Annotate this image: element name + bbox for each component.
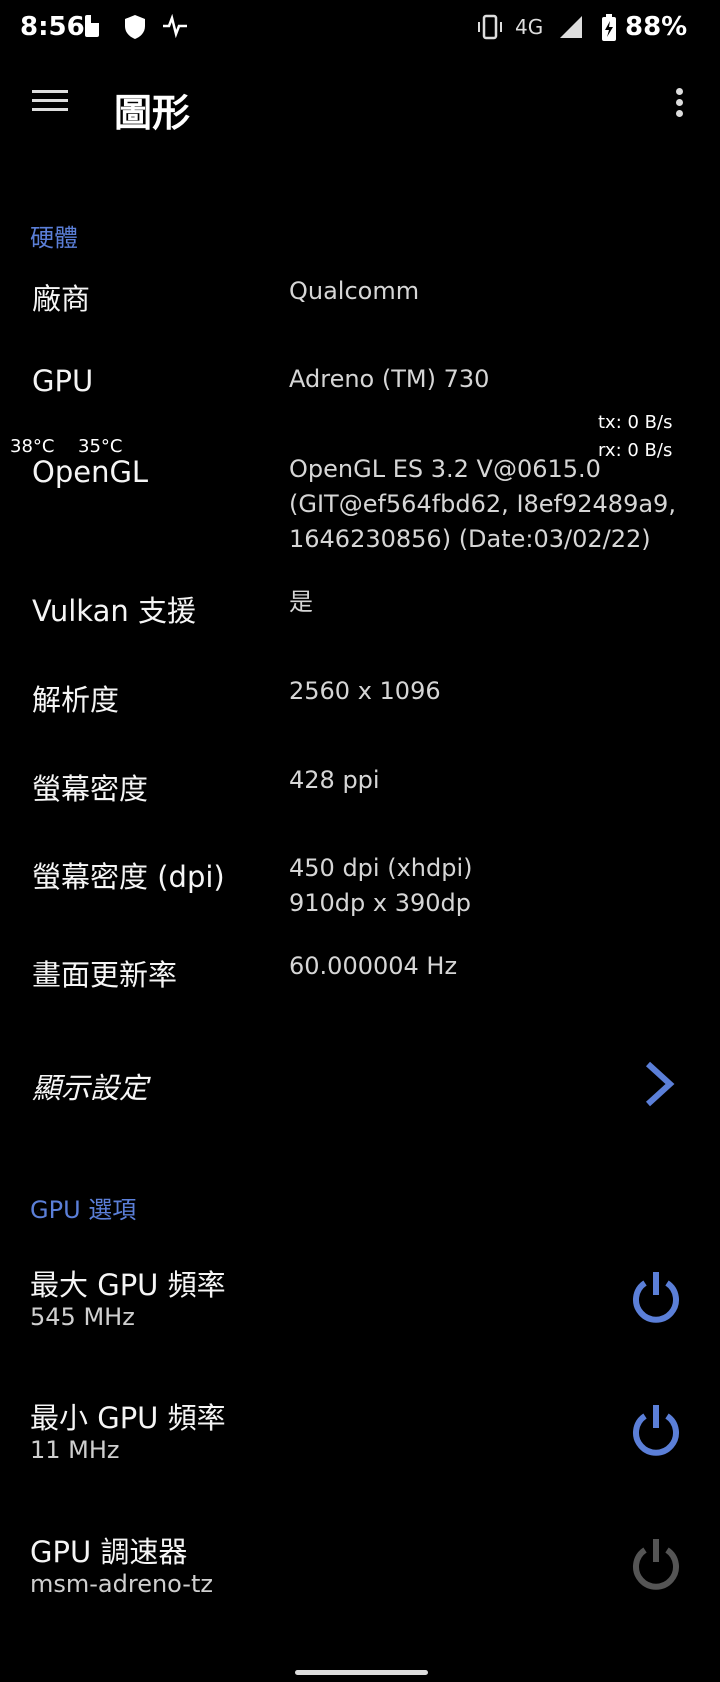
row-label-resolution: 解析度 — [32, 683, 120, 717]
row-value-resolution: 2560 x 1096 — [289, 677, 441, 705]
pulse-icon — [163, 14, 187, 38]
section-header-hardware: 硬體 — [30, 224, 78, 252]
row-label-opengl: OpenGL — [32, 455, 149, 489]
row-value-density-dpi: 450 dpi (xhdpi) 910dp x 390dp — [289, 851, 709, 921]
power-icon[interactable] — [628, 1268, 684, 1324]
opengl-line-3: 1646230856) (Date:03/02/22) — [289, 525, 651, 553]
battery-charging-icon — [602, 14, 616, 41]
gpu-max-freq-value: 545 MHz — [30, 1303, 135, 1331]
power-icon[interactable] — [628, 1535, 684, 1591]
row-value-refresh-rate: 60.000004 Hz — [289, 952, 458, 980]
row-label-density: 螢幕密度 — [32, 772, 149, 806]
status-bar: 8:56 4G 88% — [0, 0, 720, 58]
more-vert-icon[interactable] — [664, 84, 694, 124]
row-value-opengl: OpenGL ES 3.2 V@0615.0 (GIT@ef564fbd62, … — [289, 452, 709, 557]
row-label-vulkan: Vulkan 支援 — [32, 594, 196, 628]
hamburger-menu-icon[interactable] — [30, 84, 70, 124]
row-label-refresh-rate: 畫面更新率 — [32, 958, 178, 992]
app-bar: 圖形 — [0, 58, 720, 152]
opengl-line-2: (GIT@ef564fbd62, I8ef92489a9, — [289, 490, 676, 518]
overlay-tx: tx: 0 B/s — [598, 412, 673, 433]
signal-icon — [560, 16, 582, 38]
row-value-density: 428 ppi — [289, 766, 380, 794]
overlay-rx: rx: 0 B/s — [598, 440, 673, 461]
chevron-right-icon[interactable] — [640, 1060, 680, 1108]
gpu-governor-value: msm-adreno-tz — [30, 1570, 213, 1598]
display-settings-label[interactable]: 顯示設定 — [32, 1065, 148, 1107]
row-value-gpu: Adreno (TM) 730 — [289, 365, 490, 393]
vibrate-icon — [478, 14, 502, 40]
overlay-temp-2: 35°C — [78, 436, 123, 457]
density-dpi-line-1: 450 dpi (xhdpi) — [289, 854, 473, 882]
gpu-max-freq-label[interactable]: 最大 GPU 頻率 — [30, 1262, 226, 1304]
home-indicator[interactable] — [295, 1670, 428, 1675]
battery-percent: 88% — [625, 12, 688, 42]
power-icon[interactable] — [628, 1401, 684, 1457]
row-value-vendor: Qualcomm — [289, 277, 420, 305]
sim-icon — [85, 15, 99, 37]
density-dpi-line-2: 910dp x 390dp — [289, 889, 472, 917]
row-label-gpu: GPU — [32, 364, 94, 398]
status-time: 8:56 — [20, 12, 85, 42]
gpu-min-freq-value: 11 MHz — [30, 1436, 120, 1464]
row-label-vendor: 廠商 — [32, 282, 91, 316]
row-label-density-dpi: 螢幕密度 (dpi) — [32, 860, 225, 894]
row-value-vulkan: 是 — [289, 588, 313, 616]
shield-icon — [125, 15, 145, 39]
network-type: 4G — [515, 15, 544, 39]
gpu-min-freq-label[interactable]: 最小 GPU 頻率 — [30, 1395, 226, 1437]
gpu-governor-label[interactable]: GPU 調速器 — [30, 1529, 187, 1571]
overlay-temp-1: 38°C — [10, 436, 55, 457]
page-title: 圖形 — [114, 91, 191, 135]
section-header-gpu-options: GPU 選項 — [30, 1196, 137, 1224]
